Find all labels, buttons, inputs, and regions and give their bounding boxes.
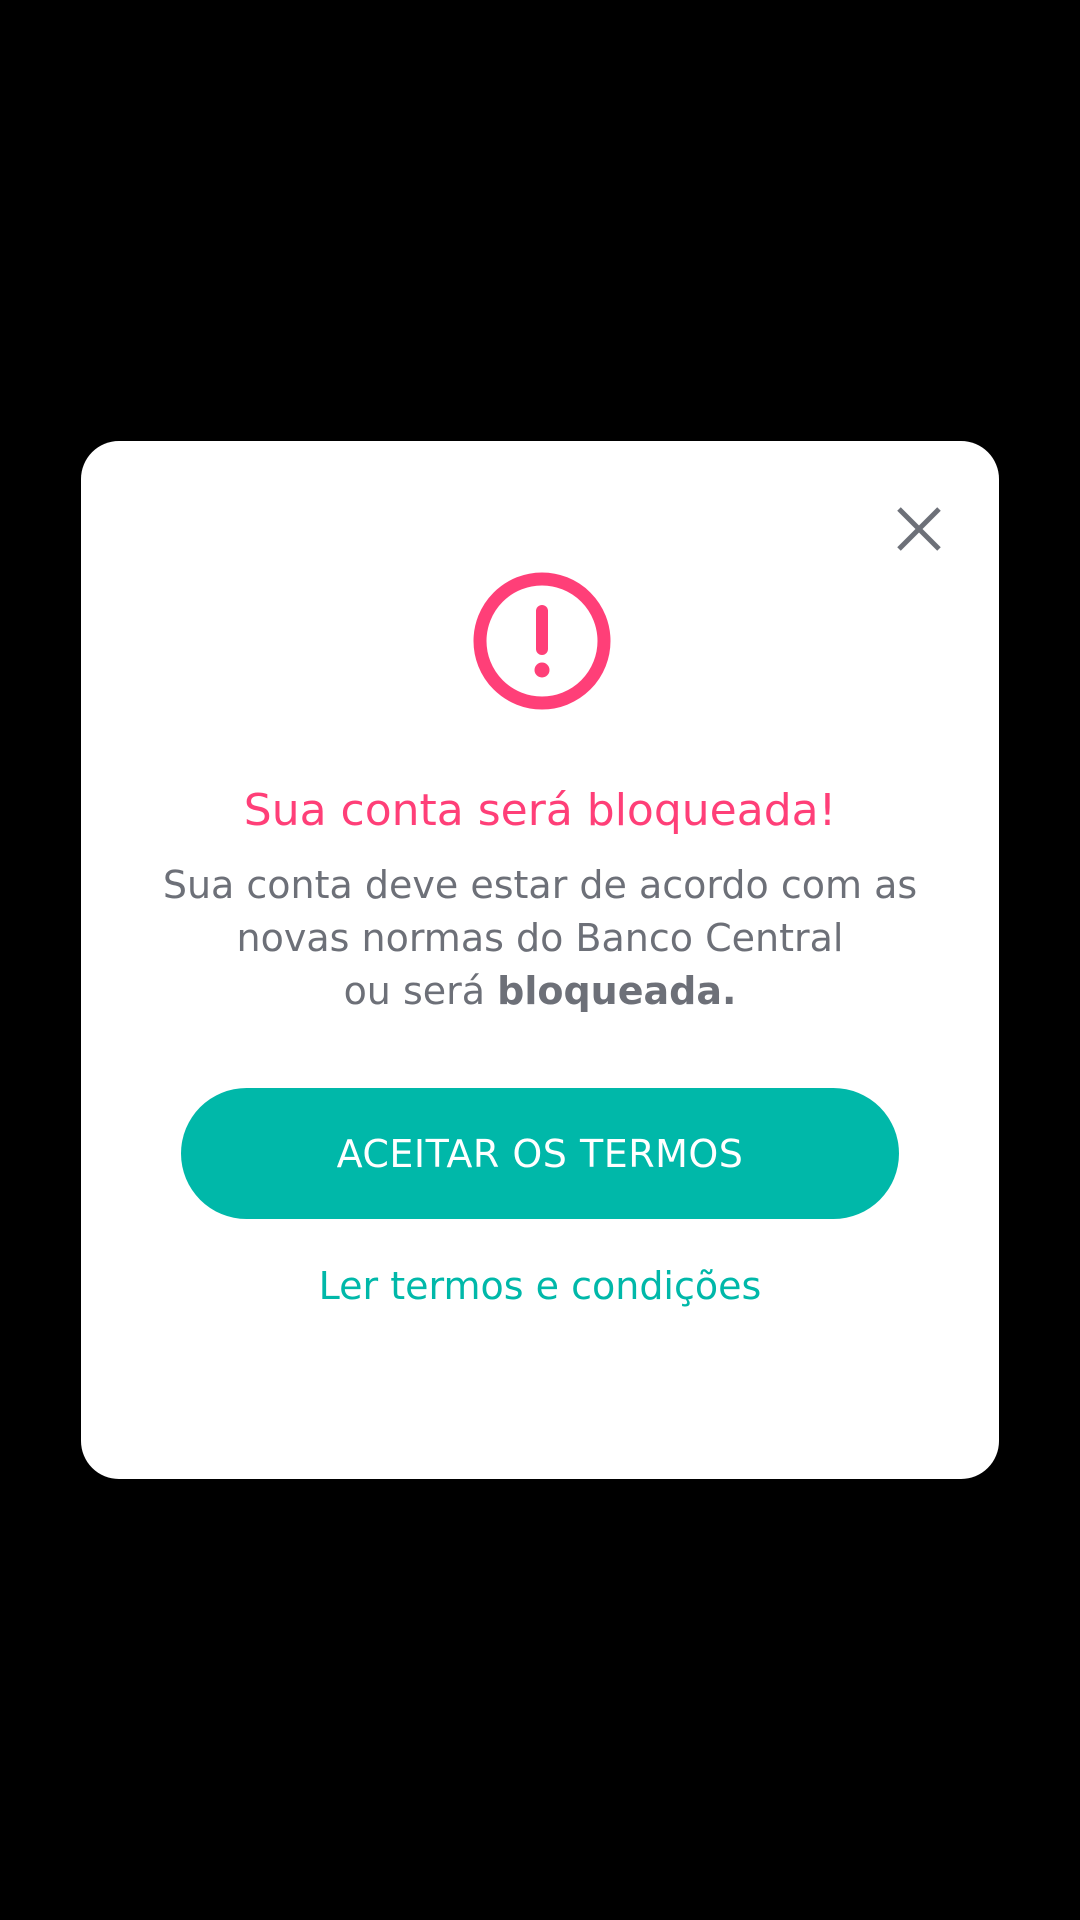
dialog-message: Sua conta deve estar de acordo com as no… (81, 859, 999, 1018)
close-icon (897, 507, 941, 551)
close-button[interactable] (880, 490, 958, 568)
exclamation-circle-icon (473, 572, 611, 710)
message-line-3-prefix: ou será (343, 969, 498, 1013)
message-line-3: ou será bloqueada. (81, 965, 999, 1018)
message-line-1: Sua conta deve estar de acordo com as (162, 863, 918, 907)
message-line-3-bold: bloqueada. (497, 969, 737, 1013)
accept-terms-button[interactable]: ACEITAR OS TERMOS (181, 1088, 899, 1219)
message-line-2: novas normas do Banco Central (236, 916, 844, 960)
read-terms-link[interactable]: Ler termos e condições (81, 1258, 999, 1314)
dialog-title: Sua conta será bloqueada! (243, 785, 837, 836)
